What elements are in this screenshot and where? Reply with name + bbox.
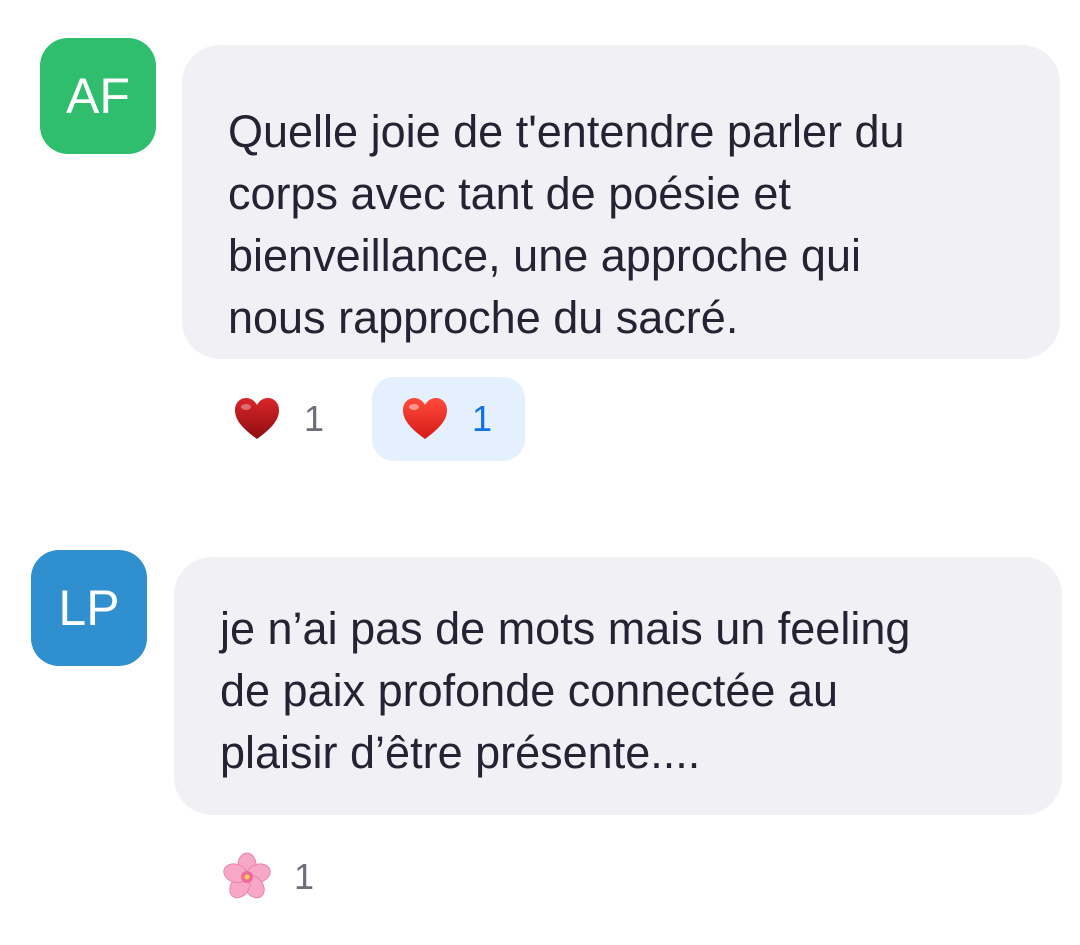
reaction-count: 1 [304,398,325,439]
reaction-cherry-blossom-button[interactable]: 1 [210,835,340,919]
message-text-line: plaisir d’être présente.... [220,727,701,778]
reaction-count: 1 [472,398,493,439]
cherry-blossom-icon [223,852,271,899]
message-text-line: Quelle joie de t'entendre parler du [228,106,905,157]
message-bubble[interactable]: Quelle joie de t'entendre parler du corp… [182,45,1060,359]
message-bubble[interactable]: je n’ai pas de mots mais un feeling de p… [174,557,1062,815]
heart-dark-red-icon [235,398,279,439]
avatar[interactable]: LP [31,550,147,666]
message-text-line: de paix profonde connectée au [220,665,838,716]
reaction-count: 1 [294,856,315,897]
heart-red-icon [403,398,447,439]
message-text-line: nous rapproche du sacré. [228,292,739,343]
avatar[interactable]: AF [40,38,156,154]
chat-panel: AF Quelle joie de t'entendre parler du c… [0,0,1080,945]
reaction-heart-dark-button[interactable]: 1 [218,377,348,461]
reaction-heart-button[interactable]: 1 [372,377,525,461]
message-text-line: corps avec tant de poésie et [228,168,791,219]
message-text-line: bienveillance, une approche qui [228,230,861,281]
message-text-line: je n’ai pas de mots mais un feeling [220,603,911,654]
